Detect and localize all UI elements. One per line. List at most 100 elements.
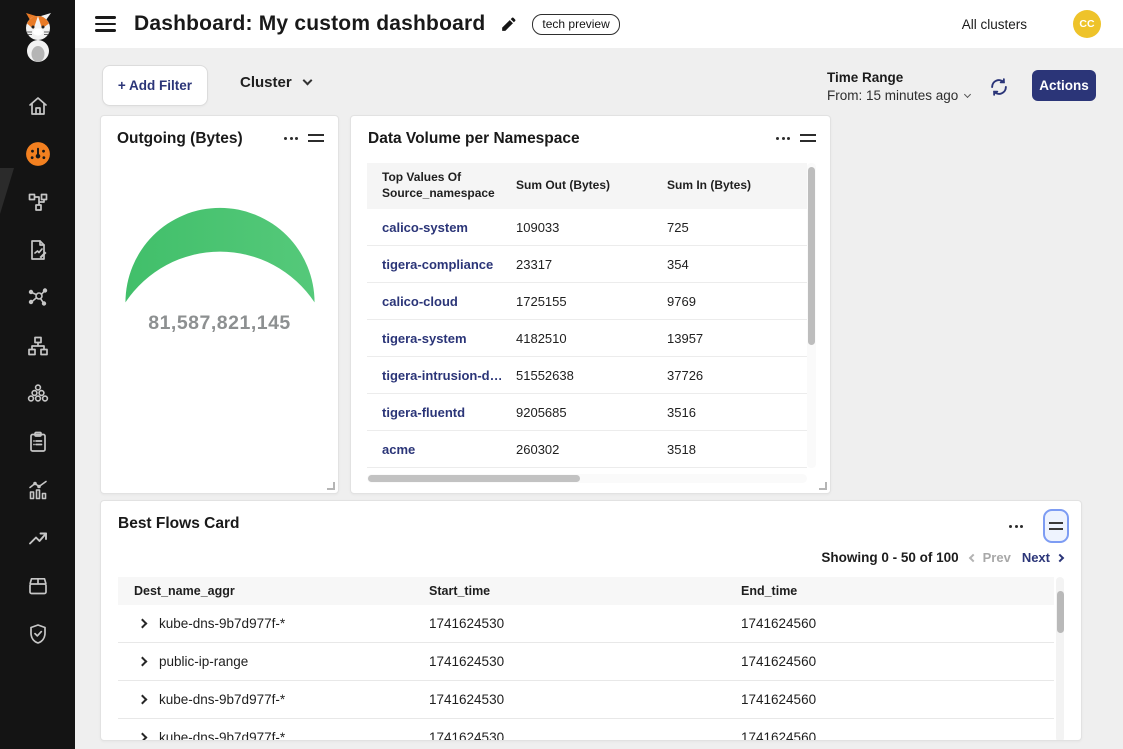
end-time: 1741624560 (741, 692, 1054, 707)
showing-text: Showing 0 - 50 of 100 (821, 550, 958, 565)
dest-name: kube-dns-9b7d977f-* (159, 616, 285, 631)
app-root: Dashboard: My custom dashboard tech prev… (0, 0, 1123, 749)
table-row[interactable]: kube-dns-9b7d977f-* 1741624530 174162456… (118, 605, 1054, 643)
sum-in-value: 3518 (652, 442, 807, 457)
horizontal-scrollbar[interactable] (367, 474, 807, 483)
sum-out-value: 51552638 (501, 368, 652, 383)
namespace-link[interactable]: calico-system (367, 220, 501, 235)
prev-button[interactable]: Prev (970, 550, 1011, 565)
sum-in-value: 354 (652, 257, 807, 272)
sitemap-icon[interactable] (0, 322, 75, 370)
dest-name: kube-dns-9b7d977f-* (159, 730, 285, 741)
card-title: Data Volume per Namespace (368, 130, 580, 148)
chevron-down-icon (302, 76, 312, 86)
shield-check-icon[interactable] (0, 610, 75, 658)
cluster-selector[interactable]: All clusters (962, 17, 1027, 32)
storage-box-icon[interactable] (0, 562, 75, 610)
column-header: End_time (741, 584, 1054, 598)
table-row[interactable]: kube-dns-9b7d977f-* 1741624530 174162456… (118, 681, 1054, 719)
actions-button[interactable]: Actions (1032, 70, 1096, 101)
card-menu-icon[interactable] (1009, 521, 1023, 532)
card-menu-icon[interactable] (284, 133, 298, 144)
card-drag-handle-icon[interactable] (800, 130, 816, 146)
column-header: Dest_name_aggr (118, 584, 429, 598)
avatar[interactable]: CC (1073, 10, 1101, 38)
namespace-table: Top Values Of Source_namespace Sum Out (… (367, 163, 816, 485)
gauge-value: 81,587,821,145 (101, 312, 338, 335)
namespace-link[interactable]: acme (367, 442, 501, 457)
expand-chevron-icon[interactable] (138, 657, 148, 667)
statistics-icon[interactable] (0, 466, 75, 514)
flows-table: Dest_name_aggr Start_time End_time kube-… (118, 577, 1054, 741)
expand-chevron-icon[interactable] (138, 619, 148, 629)
menu-hamburger-icon[interactable] (95, 16, 116, 32)
top-header: Dashboard: My custom dashboard tech prev… (75, 0, 1123, 48)
trend-icon[interactable] (0, 514, 75, 562)
sum-out-value: 109033 (501, 220, 652, 235)
cluster-dropdown-label: Cluster (240, 74, 292, 91)
namespace-link[interactable]: tigera-intrusion-d… (367, 368, 501, 383)
dest-name: public-ip-range (159, 654, 248, 669)
table-row: tigera-fluentd 9205685 3516 (367, 394, 807, 431)
prev-label: Prev (983, 550, 1011, 565)
expand-chevron-icon[interactable] (138, 695, 148, 705)
next-label: Next (1022, 550, 1050, 565)
table-row: tigera-intrusion-d… 51552638 37726 (367, 357, 807, 394)
namespace-link[interactable]: tigera-compliance (367, 257, 501, 272)
time-range-value[interactable]: From: 15 minutes ago (827, 88, 970, 103)
sum-in-value: 9769 (652, 294, 807, 309)
cluster-dropdown[interactable]: Cluster (240, 74, 311, 91)
policies-icon[interactable] (0, 226, 75, 274)
dest-name: kube-dns-9b7d977f-* (159, 692, 285, 707)
vertical-scrollbar[interactable] (807, 163, 816, 468)
time-range: Time Range From: 15 minutes ago (827, 70, 970, 103)
tech-preview-badge: tech preview (532, 14, 619, 35)
vertical-scrollbar[interactable] (1056, 577, 1064, 741)
clipboard-icon[interactable] (0, 418, 75, 466)
sidebar (0, 0, 75, 749)
card-title: Best Flows Card (118, 515, 239, 533)
card-menu-icon[interactable] (776, 133, 790, 144)
calico-logo[interactable] (18, 12, 58, 69)
refresh-icon[interactable] (988, 76, 1010, 98)
end-time: 1741624560 (741, 654, 1054, 669)
start-time: 1741624530 (429, 616, 741, 631)
column-header: Top Values Of Source_namespace (367, 170, 501, 201)
edit-pencil-icon[interactable] (499, 15, 518, 34)
sum-out-value: 23317 (501, 257, 652, 272)
dashboard-icon[interactable] (0, 130, 75, 178)
network-share-icon[interactable] (0, 274, 75, 322)
start-time: 1741624530 (429, 730, 741, 741)
table-header-row: Dest_name_aggr Start_time End_time (118, 577, 1054, 605)
card-drag-handle-focused[interactable] (1043, 509, 1069, 543)
scrollbar-thumb[interactable] (1057, 591, 1064, 633)
data-volume-card: Data Volume per Namespace Top Values Of … (350, 115, 831, 494)
card-resize-handle[interactable] (819, 482, 827, 490)
card-resize-handle[interactable] (327, 482, 335, 490)
header-right: All clusters CC (962, 10, 1123, 38)
next-button[interactable]: Next (1022, 550, 1063, 565)
cluster-nodes-icon[interactable] (0, 370, 75, 418)
time-range-label: Time Range (827, 70, 970, 85)
sidebar-nav (0, 82, 75, 658)
table-row[interactable]: kube-dns-9b7d977f-* 1741624530 174162456… (118, 719, 1054, 741)
namespace-link[interactable]: tigera-fluentd (367, 405, 501, 420)
scrollbar-thumb[interactable] (368, 475, 580, 482)
home-icon[interactable] (0, 82, 75, 130)
sum-out-value: 1725155 (501, 294, 652, 309)
namespace-link[interactable]: tigera-system (367, 331, 501, 346)
gauge-chart (116, 204, 324, 310)
card-title: Outgoing (Bytes) (117, 130, 243, 148)
column-header: Sum In (Bytes) (652, 178, 807, 194)
table-row: tigera-system 4182510 13957 (367, 320, 807, 357)
end-time: 1741624560 (741, 730, 1054, 741)
namespace-link[interactable]: calico-cloud (367, 294, 501, 309)
column-header: Start_time (429, 584, 741, 598)
add-filter-button[interactable]: + Add Filter (102, 65, 208, 106)
table-row[interactable]: public-ip-range 1741624530 1741624560 (118, 643, 1054, 681)
card-drag-handle-icon[interactable] (308, 130, 324, 146)
scrollbar-thumb[interactable] (808, 167, 815, 345)
expand-chevron-icon[interactable] (138, 733, 148, 741)
service-graph-icon[interactable] (0, 178, 75, 226)
sum-out-value: 9205685 (501, 405, 652, 420)
